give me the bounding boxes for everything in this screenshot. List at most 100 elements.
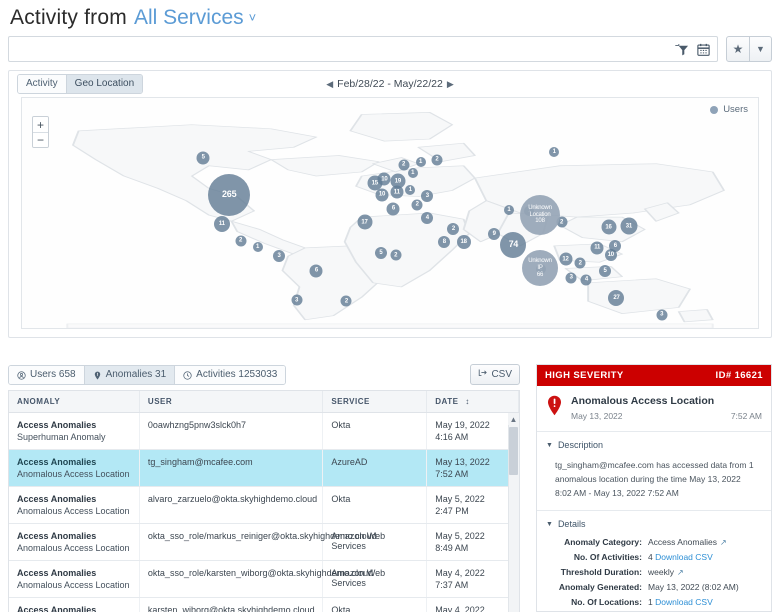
tab-activity[interactable]: Activity [18,75,66,93]
detail-key: Anomaly Generated: [558,581,642,592]
map-bubble-unknown[interactable]: Unknown IP 66 [522,250,559,287]
add-filter-icon[interactable] [674,42,689,57]
cell-date-time: 7:52 AM [435,469,469,479]
col-user[interactable]: USER [139,391,324,413]
map-bubble[interactable]: 5 [196,151,210,165]
chevron-right-icon[interactable]: ▶ [443,79,458,89]
map-bubble[interactable]: 16 [601,219,617,235]
col-date[interactable]: DATE ↕ [426,391,519,413]
calendar-icon[interactable] [696,42,711,57]
map-bubble[interactable]: 18 [456,234,471,249]
map-bubble[interactable]: 2 [390,249,402,261]
world-map[interactable]: Users + − 5 265 11 2 1 3 6 3 2 5 2 17 15… [21,97,759,329]
search-input[interactable] [9,37,717,61]
anomaly-table-wrap: ANOMALY USER SERVICE DATE ↕ Access Anoma… [8,390,520,612]
table-row[interactable]: Access AnomaliesAnomalous Access Locatio… [9,597,519,612]
external-filter-icon[interactable]: ↗ [677,566,684,580]
tab-anomalies-label: Anomalies 31 [105,369,167,380]
star-icon[interactable]: ★ [727,37,749,61]
map-bubble[interactable]: 3 [656,309,668,321]
map-bubble[interactable]: 6 [386,202,400,216]
table-row[interactable]: Access AnomaliesAnomalous Access Locatio… [9,523,519,561]
tab-users[interactable]: Users 658 [9,366,84,384]
map-bubble[interactable]: 3 [421,189,434,202]
map-bubble[interactable]: 3 [565,272,577,284]
download-csv-link[interactable]: Download CSV [653,597,713,607]
detail-value: Access Anomalies ↗ [642,535,727,550]
map-bubble[interactable]: 3 [291,294,303,306]
map-bubble[interactable]: 4 [421,212,434,225]
map-bubble[interactable]: 2 [431,154,443,166]
details-section-header[interactable]: ▼ Details [537,511,771,533]
alert-shield-icon [546,395,563,416]
map-bubble[interactable]: 1 [407,167,418,178]
map-bubble[interactable]: 10 [375,188,389,202]
anomaly-list-pane: Users 658 Anomalies 31 Activities 125303… [0,364,528,612]
table-row[interactable]: Access AnomaliesAnomalous Access Locatio… [9,486,519,524]
service-selector[interactable]: All Services ˅ [134,6,256,30]
zoom-out-button[interactable]: − [33,132,48,147]
chevron-down-icon[interactable]: ▼ [749,37,771,61]
map-bubble[interactable]: 6 [309,264,323,277]
map-bubble[interactable]: 74 [500,231,527,258]
cell-anomaly: Access AnomaliesAnomalous Access Locatio… [9,597,140,612]
table-scrollbar-thumb[interactable] [509,427,518,475]
external-filter-icon[interactable]: ↗ [720,536,727,550]
map-bubble[interactable]: 1 [549,147,560,158]
map-bubble[interactable]: 5 [374,247,387,260]
filter-bar: ★ ▼ [8,36,772,62]
zoom-in-button[interactable]: + [33,117,48,132]
map-bubble[interactable]: 2 [447,223,460,236]
map-bubble[interactable]: 31 [620,217,638,235]
map-bubble[interactable]: 10 [604,249,617,262]
chevron-left-icon[interactable]: ◀ [322,79,337,89]
search-input-wrap[interactable] [8,36,718,62]
map-bubble[interactable]: 17 [357,214,373,230]
tab-anomalies[interactable]: Anomalies 31 [83,366,175,384]
map-bubble[interactable]: 9 [488,227,501,240]
table-row[interactable]: Access AnomaliesAnomalous Access Locatio… [9,560,519,598]
map-bubble[interactable]: 2 [574,257,586,269]
map-bubble[interactable]: 2 [398,159,410,171]
anomaly-table: ANOMALY USER SERVICE DATE ↕ Access Anoma… [9,391,519,612]
map-bubble[interactable]: 4 [580,274,592,286]
map-bubble[interactable]: 1 [503,204,514,215]
tab-activities[interactable]: Activities 1253033 [174,366,286,384]
table-row[interactable]: Access Anomalies Superhuman Anomaly 0oawhz… [9,412,519,450]
map-bubble-unknown[interactable]: Unknown Location 108 [520,195,561,236]
col-service[interactable]: SERVICE [322,391,428,413]
service-selector-label: All Services [133,6,244,29]
map-bubble[interactable]: 5 [599,264,612,277]
map-bubble[interactable]: 11 [390,185,404,199]
map-bubble[interactable]: 3 [273,250,286,263]
cell-date: May 13, 2022 7:52 AM [426,449,519,487]
map-bubble[interactable]: 1 [405,185,416,196]
map-bubble[interactable]: 12 [559,252,572,266]
map-bubble[interactable]: 2 [411,199,423,211]
user-icon [17,370,26,380]
download-csv-link[interactable]: Download CSV [653,552,713,562]
map-bubble[interactable]: 27 [608,290,625,307]
map-bubble[interactable]: 2 [340,295,352,307]
map-bubble[interactable]: 11 [590,241,604,255]
map-bubble[interactable]: 11 [213,216,230,233]
map-bubble[interactable]: 2 [235,235,247,247]
map-bubble[interactable]: 8 [438,235,451,248]
table-row[interactable]: Access AnomaliesAnomalous Access Locatio… [9,449,519,487]
cell-anomaly: Access AnomaliesAnomalous Access Locatio… [9,486,140,524]
anomaly-detail-card: HIGH SEVERITY ID# 16621 Anomalous Access… [536,364,772,612]
map-bubble[interactable]: 10 [377,172,391,186]
map-topbar: Activity Geo Location ◀ Feb/28/22 - May/2… [9,71,771,97]
description-section-header[interactable]: ▼ Description [537,432,771,454]
map-bubble[interactable]: 1 [415,156,426,167]
map-bubble[interactable]: 265 [208,173,251,216]
chevron-up-icon[interactable]: ▲ [508,413,519,425]
detail-date: May 13, 2022 [571,411,623,421]
col-anomaly[interactable]: ANOMALY [9,391,140,413]
tab-geo-location[interactable]: Geo Location [65,75,143,93]
map-bubble[interactable]: 1 [252,241,263,252]
export-csv-button[interactable]: CSV [470,364,520,385]
description-body: tg_singham@mcafee.com has accessed data … [537,454,771,512]
cell-date-day: May 4, 2022 [435,605,485,612]
sort-descending-icon[interactable]: ↕ [465,397,470,406]
